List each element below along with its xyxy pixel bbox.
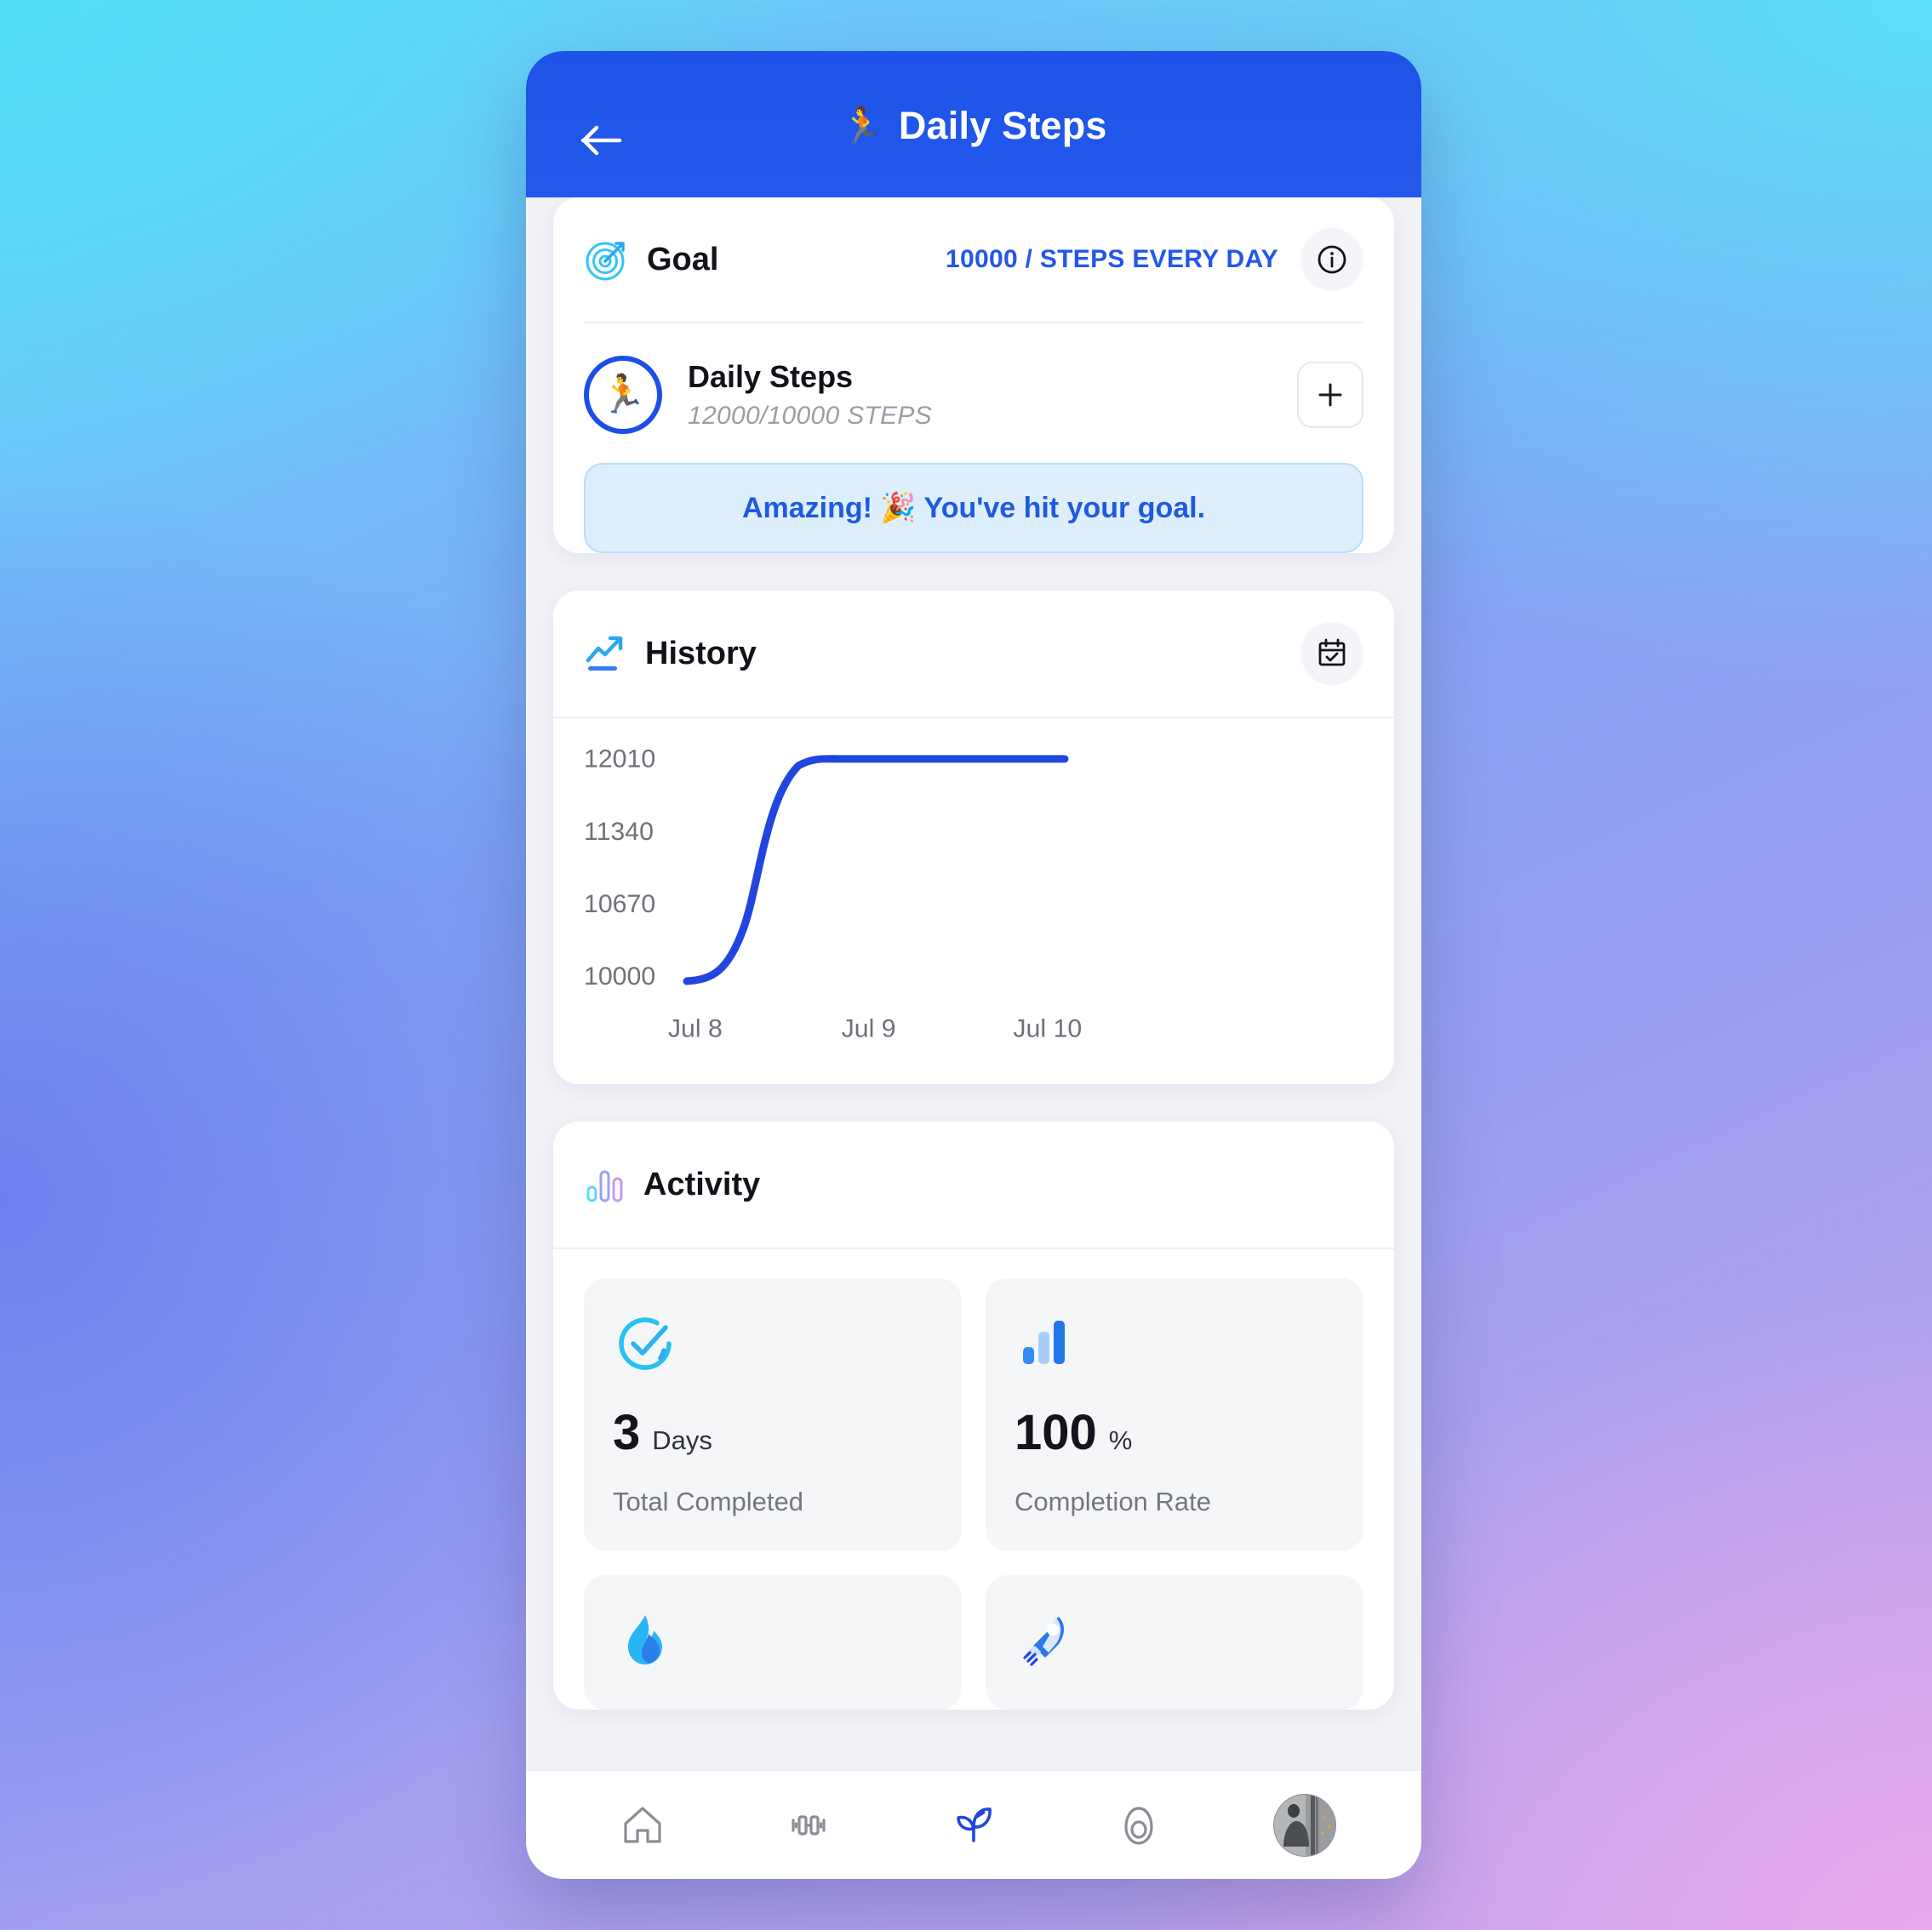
goal-item-progress: 12000/10000 STEPS xyxy=(688,402,932,430)
stat-icon-wrap xyxy=(1015,1606,1335,1676)
stat-card-completion-rate[interactable]: 100 % Completion Rate xyxy=(986,1278,1363,1551)
goal-item-row[interactable]: 🏃 Daily Steps 12000/10000 STEPS xyxy=(584,323,1363,454)
goal-target-text: 10000 / STEPS EVERY DAY xyxy=(946,245,1278,273)
history-line-chart: 12010 11340 10670 10000 Jul 8 Jul 9 Jul … xyxy=(584,747,1082,1043)
dumbbell-icon xyxy=(791,1814,826,1836)
nav-item-habits[interactable] xyxy=(933,1784,1015,1866)
goal-info-button[interactable] xyxy=(1300,228,1363,291)
stat-icon-wrap xyxy=(613,1309,933,1379)
stat-card-boost[interactable] xyxy=(986,1575,1363,1710)
goal-item-text: Daily Steps 12000/10000 STEPS xyxy=(688,359,932,431)
stat-number: 3 xyxy=(613,1405,641,1460)
stat-number: 100 xyxy=(1015,1405,1097,1460)
stat-label: Completion Rate xyxy=(1015,1487,1211,1516)
avocado-icon xyxy=(1124,1806,1153,1845)
stat-value-row: 100 % xyxy=(1015,1404,1335,1461)
plus-icon xyxy=(1318,383,1342,407)
x-tick-0: Jul 8 xyxy=(668,1015,723,1043)
activity-card: Activity 3 Days Total Completed 100 % Co… xyxy=(553,1122,1394,1710)
stat-icon-wrap xyxy=(613,1606,933,1676)
activity-card-header: Activity xyxy=(553,1122,1394,1249)
sprout-icon xyxy=(957,1807,992,1842)
x-tick-1: Jul 9 xyxy=(842,1015,896,1043)
bar-chart-icon xyxy=(586,1170,623,1202)
y-tick-3: 10000 xyxy=(584,962,655,991)
goal-card-header: Goal 10000 / STEPS EVERY DAY xyxy=(584,197,1363,323)
page-title: 🏃 Daily Steps xyxy=(526,104,1421,148)
activity-stats-grid: 3 Days Total Completed 100 % Completion … xyxy=(553,1249,1394,1710)
avatar-image xyxy=(1273,1794,1335,1856)
stat-card-streak[interactable] xyxy=(584,1575,962,1710)
y-tick-0: 12010 xyxy=(584,747,655,774)
running-emoji-icon: 🏃 xyxy=(599,374,647,415)
nav-item-profile[interactable] xyxy=(1264,1784,1346,1866)
history-card-header: History xyxy=(553,591,1394,718)
bottom-navigation xyxy=(526,1770,1421,1879)
chart-line-series xyxy=(683,755,1069,985)
bar-chart-blue-icon xyxy=(1023,1321,1065,1364)
stat-unit: % xyxy=(1108,1425,1133,1455)
phone-frame: 🏃 Daily Steps Goal 10000 / STEPS EVERY D… xyxy=(526,51,1421,1879)
y-tick-2: 10670 xyxy=(584,890,655,918)
target-icon xyxy=(586,242,625,281)
goal-item-name: Daily Steps xyxy=(688,359,854,394)
goal-card: Goal 10000 / STEPS EVERY DAY 🏃 Daily Ste… xyxy=(553,197,1394,553)
profile-avatar xyxy=(1272,1793,1336,1857)
flame-icon xyxy=(628,1615,662,1664)
stat-label: Total Completed xyxy=(613,1487,804,1516)
stat-icon-wrap xyxy=(1015,1309,1335,1379)
x-tick-2: Jul 10 xyxy=(1013,1015,1082,1043)
running-emoji-icon: 🏃 xyxy=(840,106,885,146)
stat-card-total-completed[interactable]: 3 Days Total Completed xyxy=(584,1278,962,1551)
home-icon xyxy=(624,1806,661,1843)
goal-item-avatar: 🏃 xyxy=(584,356,662,434)
history-card: History 12010 11340 10670 10000 Jul 8 Ju… xyxy=(553,591,1394,1084)
chart-increasing-icon xyxy=(586,636,623,671)
nav-item-home[interactable] xyxy=(602,1784,683,1866)
nav-item-nutrition[interactable] xyxy=(1098,1784,1180,1866)
page-title-text: Daily Steps xyxy=(898,104,1107,147)
activity-title: Activity xyxy=(643,1166,761,1202)
history-calendar-button[interactable] xyxy=(1300,622,1363,685)
goal-success-banner: Amazing! 🎉 You've hit your goal. xyxy=(584,463,1363,553)
calendar-check-icon xyxy=(1318,638,1346,666)
stat-value-row: 3 Days xyxy=(613,1404,933,1461)
circle-check-icon xyxy=(619,1317,672,1370)
y-tick-1: 11340 xyxy=(584,818,654,846)
history-title: History xyxy=(645,635,757,671)
goal-title: Goal xyxy=(647,241,719,277)
scroll-content[interactable]: Goal 10000 / STEPS EVERY DAY 🏃 Daily Ste… xyxy=(526,197,1421,1770)
info-icon xyxy=(1318,245,1346,274)
rocket-icon xyxy=(1023,1617,1064,1666)
back-button[interactable] xyxy=(570,109,633,172)
history-chart: 12010 11340 10670 10000 Jul 8 Jul 9 Jul … xyxy=(553,718,1394,1084)
arrow-left-icon xyxy=(580,125,622,156)
nav-item-workout[interactable] xyxy=(768,1784,849,1866)
add-steps-button[interactable] xyxy=(1297,362,1363,428)
stat-unit: Days xyxy=(652,1425,712,1455)
